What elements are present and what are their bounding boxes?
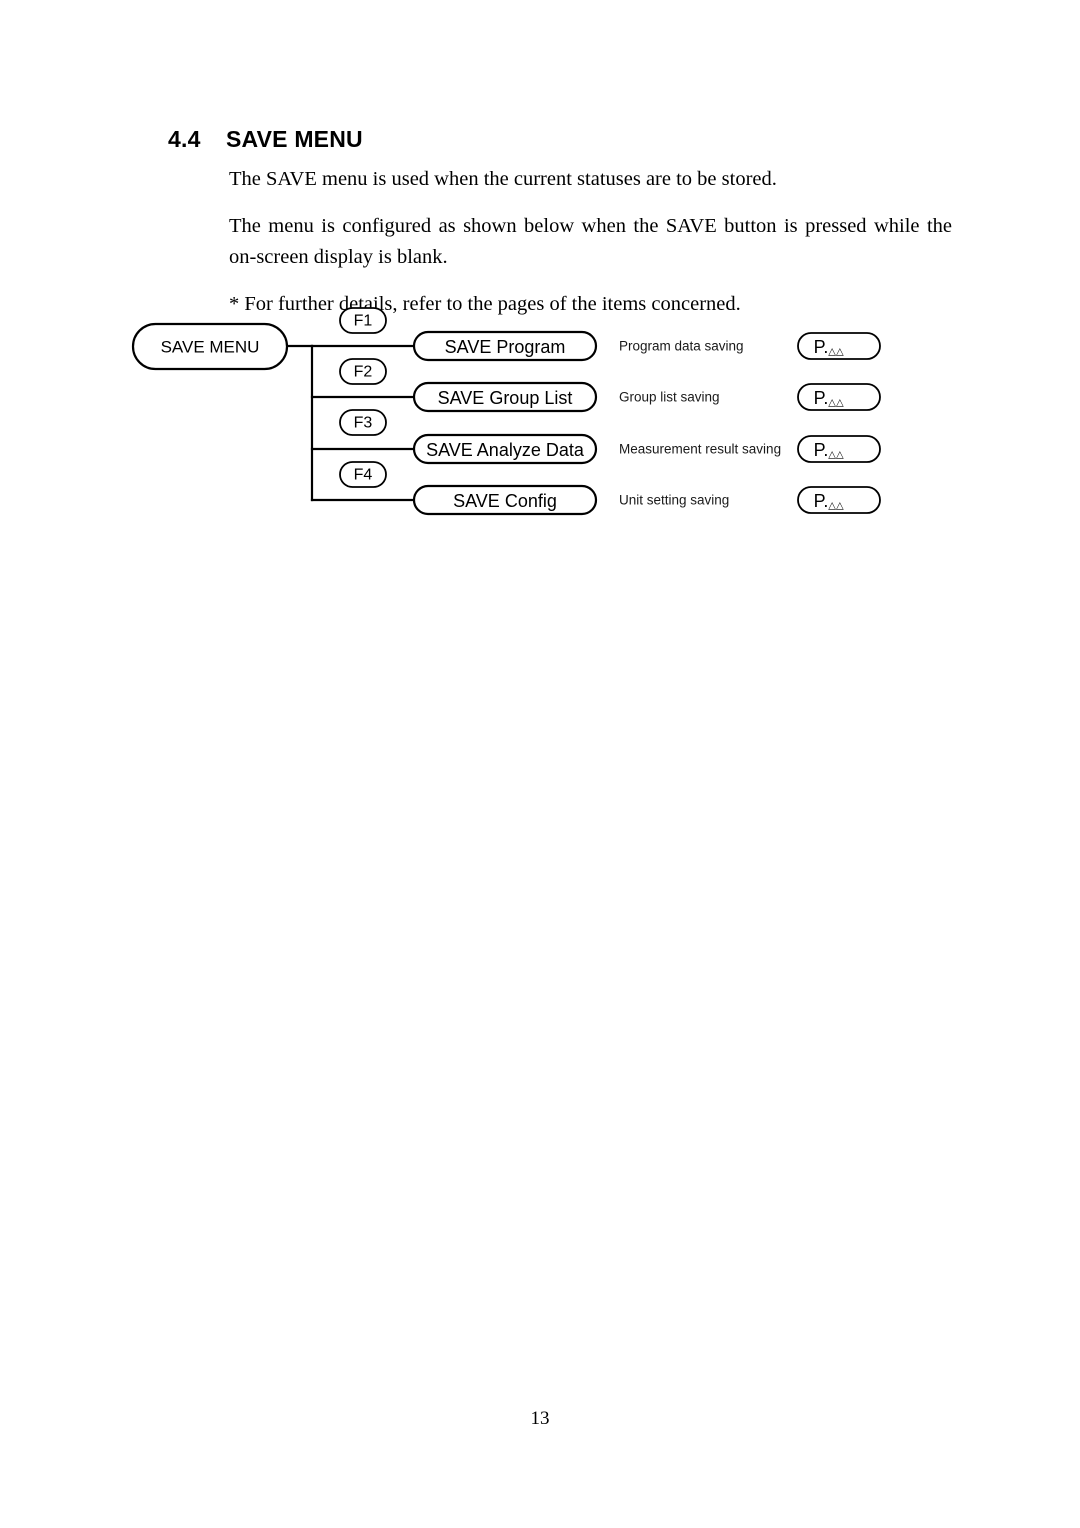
fkey-button-f3[interactable]: F3 <box>339 409 387 436</box>
page-ref-2-prefix: P. <box>814 388 829 408</box>
menu-item-2-label: SAVE Group List <box>438 388 573 408</box>
menu-item-4-label: SAVE Config <box>453 491 557 511</box>
page-ref-1-prefix: P. <box>814 337 829 357</box>
fkey-f3-label: F3 <box>354 415 373 432</box>
page-number: 13 <box>530 1408 550 1429</box>
page-ref-badge-3[interactable]: P. △△ <box>797 435 881 463</box>
document-page: 4.4 SAVE MENU The SAVE menu is used when… <box>0 0 1080 1528</box>
fkey-f2-label: F2 <box>354 364 373 381</box>
page-ref-2-placeholder: △△ <box>828 398 844 409</box>
description-3: Measurement result saving <box>619 442 781 457</box>
page-ref-3-prefix: P. <box>814 440 829 460</box>
fkey-button-f4[interactable]: F4 <box>339 461 387 488</box>
description-4: Unit setting saving <box>619 493 729 508</box>
menu-item-save-analyze-data[interactable]: SAVE Analyze Data <box>412 433 598 465</box>
menu-item-save-config[interactable]: SAVE Config <box>412 484 598 516</box>
description-1: Program data saving <box>619 339 744 354</box>
save-menu-tree-diagram: SAVE MENU F1 SAVE Program Program data s… <box>0 0 1080 1528</box>
page-ref-badge-1[interactable]: P. △△ <box>797 332 881 360</box>
page-ref-4-placeholder: △△ <box>828 501 844 512</box>
description-2: Group list saving <box>619 390 720 405</box>
page-ref-badge-2[interactable]: P. △△ <box>797 383 881 411</box>
menu-item-1-label: SAVE Program <box>445 337 566 357</box>
page-ref-1-placeholder: △△ <box>828 347 844 358</box>
page-ref-3-placeholder: △△ <box>828 450 844 461</box>
fkey-button-f2[interactable]: F2 <box>339 358 387 385</box>
page-ref-badge-4[interactable]: P. △△ <box>797 486 881 514</box>
node-save-menu-root[interactable]: SAVE MENU <box>131 322 289 371</box>
menu-item-save-group-list[interactable]: SAVE Group List <box>412 381 598 413</box>
menu-item-3-label: SAVE Analyze Data <box>426 440 585 460</box>
page-ref-4-prefix: P. <box>814 491 829 511</box>
fkey-button-f1[interactable]: F1 <box>339 307 387 334</box>
fkey-f4-label: F4 <box>354 467 373 484</box>
root-node-label: SAVE MENU <box>161 338 260 357</box>
menu-item-save-program[interactable]: SAVE Program <box>412 330 598 362</box>
fkey-f1-label: F1 <box>354 313 373 330</box>
